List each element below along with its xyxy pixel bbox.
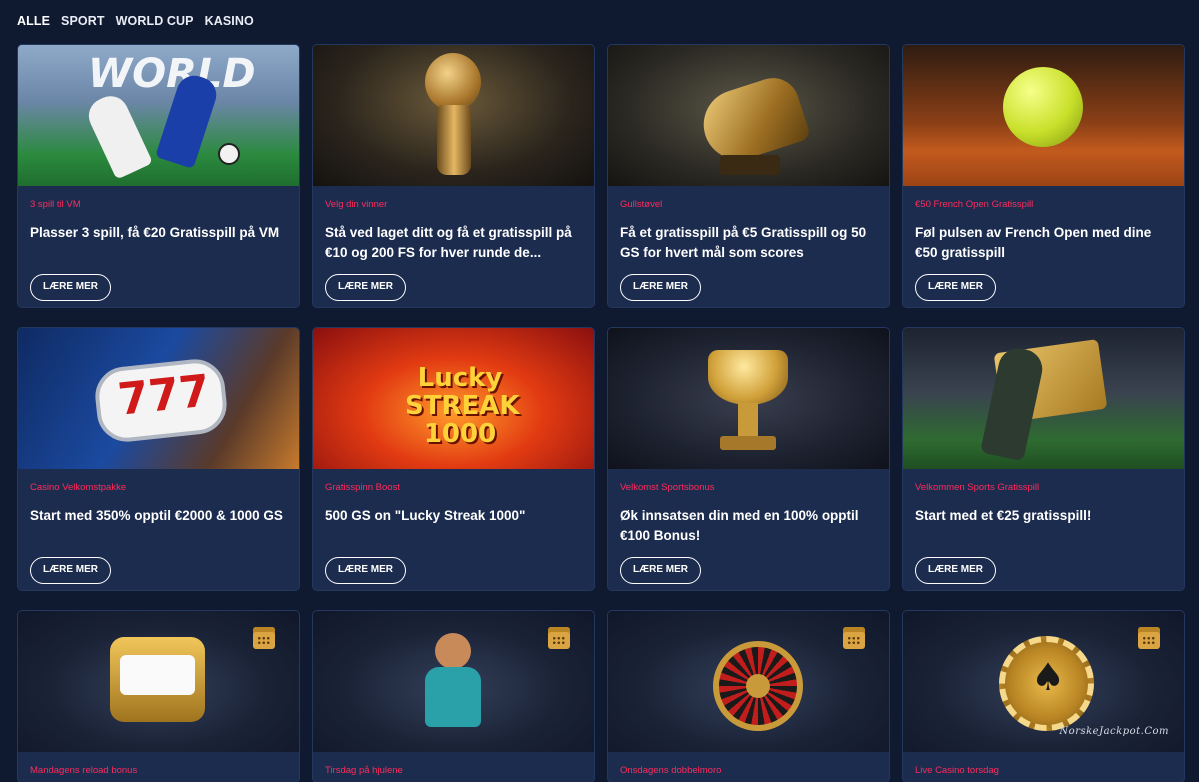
learn-more-button[interactable]: LÆRE MER (915, 274, 996, 301)
promo-card[interactable]: Velkommen Sports Gratisspill Start med e… (902, 327, 1185, 591)
promo-card[interactable]: Gullstøvel Få et gratisspill på €5 Grati… (607, 44, 890, 308)
learn-more-button[interactable]: LÆRE MER (325, 274, 406, 301)
promo-tag: Tirsdag på hjulene (325, 765, 403, 776)
calendar-icon (1138, 627, 1160, 649)
promo-card[interactable]: Mandagens reload bonus (17, 610, 300, 782)
promo-title: Plasser 3 spill, få €20 Gratisspill på V… (30, 225, 280, 240)
promo-tag: Live Casino torsdag (915, 765, 999, 776)
promotions-grid: WORLD 3 spill til VM Plasser 3 spill, få… (17, 44, 1185, 782)
calendar-icon (843, 627, 865, 649)
promo-card[interactable]: Onsdagens dobbelmoro (607, 610, 890, 782)
promo-tag: Casino Velkomstpakke (30, 482, 127, 493)
lucky-streak-image: Lucky STREAK 1000 (313, 328, 594, 469)
calendar-icon (548, 627, 570, 649)
promo-tag: Gullstøvel (620, 199, 663, 210)
world-cup-players-image: WORLD (18, 45, 299, 186)
golden-slot-machine-image (18, 611, 299, 752)
image-text: WORLD (88, 51, 256, 97)
world-cup-trophy-image (313, 45, 594, 186)
promo-card[interactable]: €50 French Open Gratisspill Føl pulsen a… (902, 44, 1185, 308)
promo-card[interactable]: Tirsdag på hjulene (312, 610, 595, 782)
promo-title: Start med et €25 gratisspill! (915, 508, 1092, 523)
tennis-ball-image (903, 45, 1184, 186)
promo-tag: Velkomst Sportsbonus (620, 482, 715, 493)
spade-icon: ♠ (1031, 655, 1066, 699)
cowboy-character-image (313, 611, 594, 752)
promo-tag: Onsdagens dobbelmoro (620, 765, 722, 776)
promo-tag: Mandagens reload bonus (30, 765, 138, 776)
promo-card[interactable]: ♠ Live Casino torsdag (902, 610, 1185, 782)
roulette-wheel-image (608, 611, 889, 752)
promo-tag: Velkommen Sports Gratisspill (915, 482, 1040, 493)
promo-tag: 3 spill til VM (30, 199, 81, 210)
filter-tabs: ALLE SPORT WORLD CUP KASINO (17, 14, 254, 28)
learn-more-button[interactable]: LÆRE MER (620, 557, 701, 584)
promo-tag: Gratisspinn Boost (325, 482, 400, 493)
image-text: 777 (115, 365, 213, 426)
promo-title: Start med 350% opptil €2000 & 1000 GS (30, 508, 283, 523)
promo-tag: €50 French Open Gratisspill (915, 199, 1034, 210)
promo-title: Føl pulsen av French Open med dine €50 g… (915, 225, 1152, 260)
promo-title: 500 GS on "Lucky Streak 1000" (325, 508, 526, 523)
promo-title: Stå ved laget ditt og få et gratisspill … (325, 225, 572, 260)
promo-tag: Velg din vinner (325, 199, 388, 210)
promo-card[interactable]: Velg din vinner Stå ved laget ditt og få… (312, 44, 595, 308)
promo-title: Få et gratisspill på €5 Gratisspill og 5… (620, 225, 867, 260)
learn-more-button[interactable]: LÆRE MER (30, 557, 111, 584)
learn-more-button[interactable]: LÆRE MER (620, 274, 701, 301)
slot-777-image: 777 (18, 328, 299, 469)
promo-card[interactable]: Lucky STREAK 1000 Gratisspinn Boost 500 … (312, 327, 595, 591)
golden-boot-image (608, 45, 889, 186)
tab-world-cup[interactable]: WORLD CUP (116, 14, 194, 28)
watermark: NorskeJackpot.Com (1059, 726, 1169, 737)
tab-kasino[interactable]: KASINO (205, 14, 254, 28)
learn-more-button[interactable]: LÆRE MER (30, 274, 111, 301)
learn-more-button[interactable]: LÆRE MER (915, 557, 996, 584)
promo-card[interactable]: WORLD 3 spill til VM Plasser 3 spill, få… (17, 44, 300, 308)
promo-card[interactable]: Velkomst Sportsbonus Øk innsatsen din me… (607, 327, 890, 591)
promo-card[interactable]: 777 Casino Velkomstpakke Start med 350% … (17, 327, 300, 591)
soccer-player-image (903, 328, 1184, 469)
promo-title: Øk innsatsen din med en 100% opptil €100… (620, 508, 859, 543)
image-text: Lucky STREAK 1000 (405, 363, 520, 449)
learn-more-button[interactable]: LÆRE MER (325, 557, 406, 584)
tab-alle[interactable]: ALLE (17, 14, 50, 28)
tab-sport[interactable]: SPORT (61, 14, 105, 28)
sports-trophy-image (608, 328, 889, 469)
calendar-icon (253, 627, 275, 649)
